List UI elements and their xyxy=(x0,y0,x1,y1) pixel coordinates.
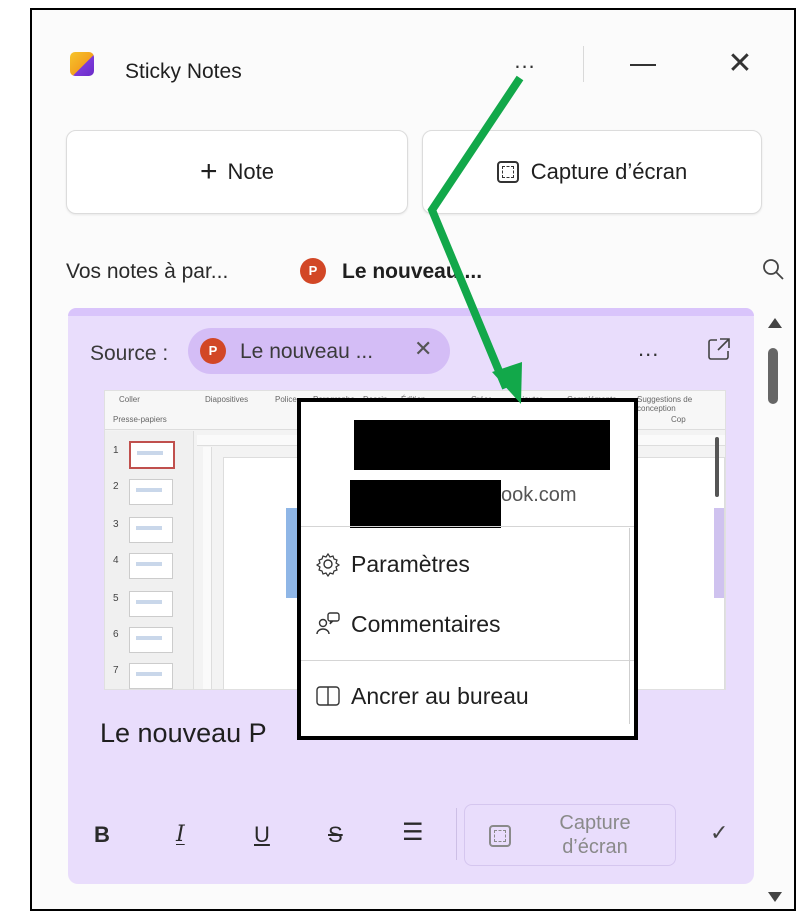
menu-separator xyxy=(301,660,634,661)
strikethrough-button[interactable]: S xyxy=(328,822,343,848)
slide-thumbnail xyxy=(129,517,173,543)
more-options-button[interactable]: ... xyxy=(505,50,545,80)
feedback-icon xyxy=(313,609,343,639)
ribbon-label: Suggestions de conception xyxy=(637,395,693,413)
screen-capture-icon xyxy=(489,825,511,847)
toolbar-separator xyxy=(456,808,457,860)
note-more-options-button[interactable]: ... xyxy=(638,336,659,362)
underline-button[interactable]: U xyxy=(254,822,270,848)
account-email-suffix: ook.com xyxy=(501,484,577,506)
slide-thumbnail xyxy=(129,591,173,617)
notes-scrollbar[interactable] xyxy=(764,318,782,902)
slide-number: 4 xyxy=(113,555,119,566)
ribbon-label: Coller xyxy=(119,395,140,404)
capture-label-line1: Capture xyxy=(559,812,631,834)
title-bar: Sticky Notes ... ✕ xyxy=(32,10,794,120)
slide-thumbnail xyxy=(129,627,173,653)
preview-scrollbar xyxy=(715,437,719,497)
notes-filter-row: Vos notes à par... P Le nouveau ... xyxy=(66,256,784,288)
dock-icon xyxy=(313,681,343,711)
new-note-label: Note xyxy=(227,159,274,184)
menu-inner-edge xyxy=(629,528,630,724)
slide-thumbnail xyxy=(129,553,173,579)
scroll-down-icon[interactable] xyxy=(768,892,782,902)
gear-icon xyxy=(313,549,343,579)
menu-item-label: Ancrer au bureau xyxy=(351,682,529,709)
confirm-check-button[interactable]: ✓ xyxy=(710,820,728,846)
slide-thumbnail xyxy=(129,663,173,689)
search-icon[interactable] xyxy=(760,256,786,282)
ribbon-label: Diapositives xyxy=(205,395,249,404)
screen-capture-label: Capture d’écran xyxy=(530,159,688,184)
open-in-new-window-icon[interactable] xyxy=(706,336,732,362)
screen-capture-button[interactable]: Capture d’écran xyxy=(422,130,762,214)
note-header-strip xyxy=(68,308,754,316)
menu-separator xyxy=(301,526,634,527)
app-title: Sticky Notes xyxy=(125,60,242,83)
slide-number: 3 xyxy=(113,519,119,530)
preview-slide-panel: 1 2 3 4 5 6 7 xyxy=(105,431,194,689)
source-chip-label: Le nouveau ... xyxy=(240,340,374,363)
toolbar-capture-label: Capture d’écran xyxy=(535,811,655,859)
bold-button[interactable]: B xyxy=(94,822,110,848)
menu-item-dock-to-desktop[interactable]: Ancrer au bureau xyxy=(313,672,628,720)
menu-item-feedback[interactable]: Commentaires xyxy=(313,600,628,648)
screen-capture-icon xyxy=(496,161,519,183)
capture-label-line2: d’écran xyxy=(562,836,628,858)
ribbon-label: Presse-papiers xyxy=(113,415,167,424)
close-button[interactable]: ✕ xyxy=(720,46,760,82)
slide-number: 2 xyxy=(113,481,119,492)
filter-document-name[interactable]: Le nouveau ... xyxy=(342,260,482,284)
menu-item-label: Paramètres xyxy=(351,550,470,577)
preview-ruler xyxy=(203,447,212,689)
source-chip[interactable]: P Le nouveau ... ✕ xyxy=(188,328,450,374)
slide-number: 7 xyxy=(113,665,119,676)
powerpoint-icon: P xyxy=(200,338,230,364)
slide-thumbnail xyxy=(129,479,173,505)
note-body-text[interactable]: Le nouveau P xyxy=(100,718,267,749)
source-label: Source : xyxy=(90,342,169,365)
account-menu: ook.com Paramètres Commentaires Ancrer a… xyxy=(297,398,638,740)
ribbon-label: Police xyxy=(275,395,297,404)
scroll-thumb[interactable] xyxy=(768,348,778,404)
slide-thumbnail xyxy=(129,441,175,469)
remove-source-icon[interactable]: ✕ xyxy=(414,336,432,362)
menu-item-settings[interactable]: Paramètres xyxy=(313,540,628,588)
title-separator xyxy=(583,46,584,82)
italic-button[interactable]: I xyxy=(176,822,185,847)
redacted-account-email xyxy=(350,480,501,528)
redacted-account-name xyxy=(354,420,610,470)
slide-shape xyxy=(714,508,724,598)
sticky-notes-app-icon xyxy=(70,52,94,76)
slide-number: 6 xyxy=(113,629,119,640)
scroll-up-icon[interactable] xyxy=(768,318,782,328)
bullet-list-button[interactable]: ☰ xyxy=(402,818,424,847)
menu-item-label: Commentaires xyxy=(351,610,501,637)
plus-icon: + xyxy=(199,155,218,188)
slide-number: 5 xyxy=(113,593,119,604)
filter-text: Vos notes à par... xyxy=(66,260,229,283)
new-note-button[interactable]: + Note xyxy=(66,130,408,214)
ribbon-label: Cop xyxy=(671,415,686,424)
powerpoint-icon: P xyxy=(300,258,330,284)
formatting-toolbar: B I U S ☰ Capture d’écran ✓ xyxy=(68,794,754,874)
minimize-button[interactable] xyxy=(624,50,664,80)
toolbar-capture-button[interactable]: Capture d’écran xyxy=(464,804,676,866)
slide-number: 1 xyxy=(113,445,119,456)
